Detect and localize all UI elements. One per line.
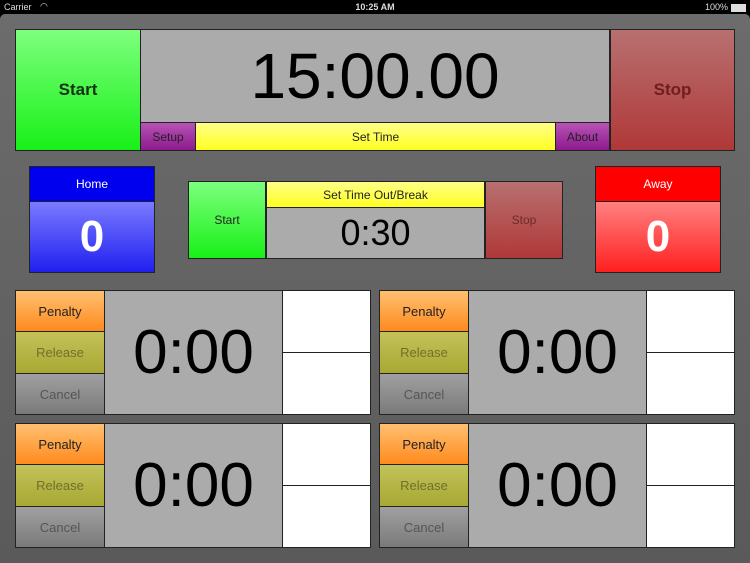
away-label: Away <box>643 177 673 191</box>
away-label-box: Away <box>595 166 721 202</box>
main-clock-time: 15:00.00 <box>250 40 500 112</box>
main-start-label: Start <box>58 80 98 99</box>
main-stop-button[interactable]: Stop <box>610 29 735 151</box>
player-slot-2[interactable] <box>282 485 371 548</box>
release-button[interactable]: Release <box>15 331 105 374</box>
player-slot-2[interactable] <box>646 485 735 548</box>
release-label: Release <box>400 478 448 493</box>
penalty-time: 0:00 <box>133 451 254 520</box>
cancel-label: Cancel <box>403 386 445 402</box>
status-bar: Carrier ◠ 10:25 AM 100% <box>0 0 750 14</box>
release-label: Release <box>36 345 84 360</box>
main-start-button[interactable]: Start <box>15 29 141 151</box>
about-button[interactable]: About <box>555 122 610 151</box>
setup-label: Setup <box>152 129 184 144</box>
penalty-time: 0:00 <box>133 318 254 387</box>
timeout-time: 0:30 <box>340 212 411 253</box>
set-timeout-button[interactable]: Set Time Out/Break <box>266 181 485 208</box>
penalty-time-display: 0:00 <box>104 290 283 415</box>
penalty-time-display: 0:00 <box>468 423 647 548</box>
player-slot-1[interactable] <box>282 290 371 353</box>
penalty-button[interactable]: Penalty <box>379 290 469 332</box>
set-time-button[interactable]: Set Time <box>195 122 556 151</box>
set-timeout-label: Set Time Out/Break <box>323 187 428 202</box>
player-slot-1[interactable] <box>282 423 371 486</box>
penalty-time: 0:00 <box>497 318 618 387</box>
away-score-button[interactable]: 0 <box>595 201 721 273</box>
penalty-time: 0:00 <box>497 451 618 520</box>
away-score: 0 <box>645 212 671 261</box>
timeout-start-button[interactable]: Start <box>188 181 266 259</box>
timeout-display: 0:30 <box>266 207 485 259</box>
penalty-button[interactable]: Penalty <box>15 423 105 465</box>
battery-percent: 100% <box>704 2 728 12</box>
penalty-time-display: 0:00 <box>468 290 647 415</box>
cancel-label: Cancel <box>403 519 445 535</box>
main-stop-label: Stop <box>653 80 692 99</box>
release-button[interactable]: Release <box>379 331 469 374</box>
release-button[interactable]: Release <box>15 464 105 507</box>
penalty-time-display: 0:00 <box>104 423 283 548</box>
main-clock-display: 15:00.00 <box>140 29 610 123</box>
cancel-button[interactable]: Cancel <box>379 506 469 548</box>
penalty-button[interactable]: Penalty <box>15 290 105 332</box>
penalty-label: Penalty <box>402 436 446 452</box>
home-score: 0 <box>79 212 105 261</box>
player-slot-1[interactable] <box>646 290 735 353</box>
set-time-label: Set Time <box>351 129 400 144</box>
penalty-label: Penalty <box>402 303 446 319</box>
home-score-button[interactable]: 0 <box>29 201 155 273</box>
timeout-stop-label: Stop <box>511 213 537 227</box>
release-label: Release <box>400 345 448 360</box>
release-label: Release <box>36 478 84 493</box>
setup-button[interactable]: Setup <box>140 122 196 151</box>
cancel-button[interactable]: Cancel <box>15 506 105 548</box>
scoreboard: Start 15:00.00 Setup Set Time About Stop… <box>0 14 750 563</box>
home-label-box: Home <box>29 166 155 202</box>
penalty-label: Penalty <box>38 436 82 452</box>
home-label: Home <box>75 177 108 191</box>
player-slot-2[interactable] <box>282 352 371 415</box>
status-time: 10:25 AM <box>355 2 395 12</box>
battery-icon <box>731 4 746 12</box>
timeout-stop-button[interactable]: Stop <box>485 181 563 259</box>
penalty-label: Penalty <box>38 303 82 319</box>
player-slot-2[interactable] <box>646 352 735 415</box>
timeout-start-label: Start <box>214 213 240 227</box>
release-button[interactable]: Release <box>379 464 469 507</box>
cancel-button[interactable]: Cancel <box>379 373 469 415</box>
penalty-button[interactable]: Penalty <box>379 423 469 465</box>
cancel-button[interactable]: Cancel <box>15 373 105 415</box>
cancel-label: Cancel <box>39 386 81 402</box>
player-slot-1[interactable] <box>646 423 735 486</box>
cancel-label: Cancel <box>39 519 81 535</box>
about-label: About <box>566 129 599 144</box>
